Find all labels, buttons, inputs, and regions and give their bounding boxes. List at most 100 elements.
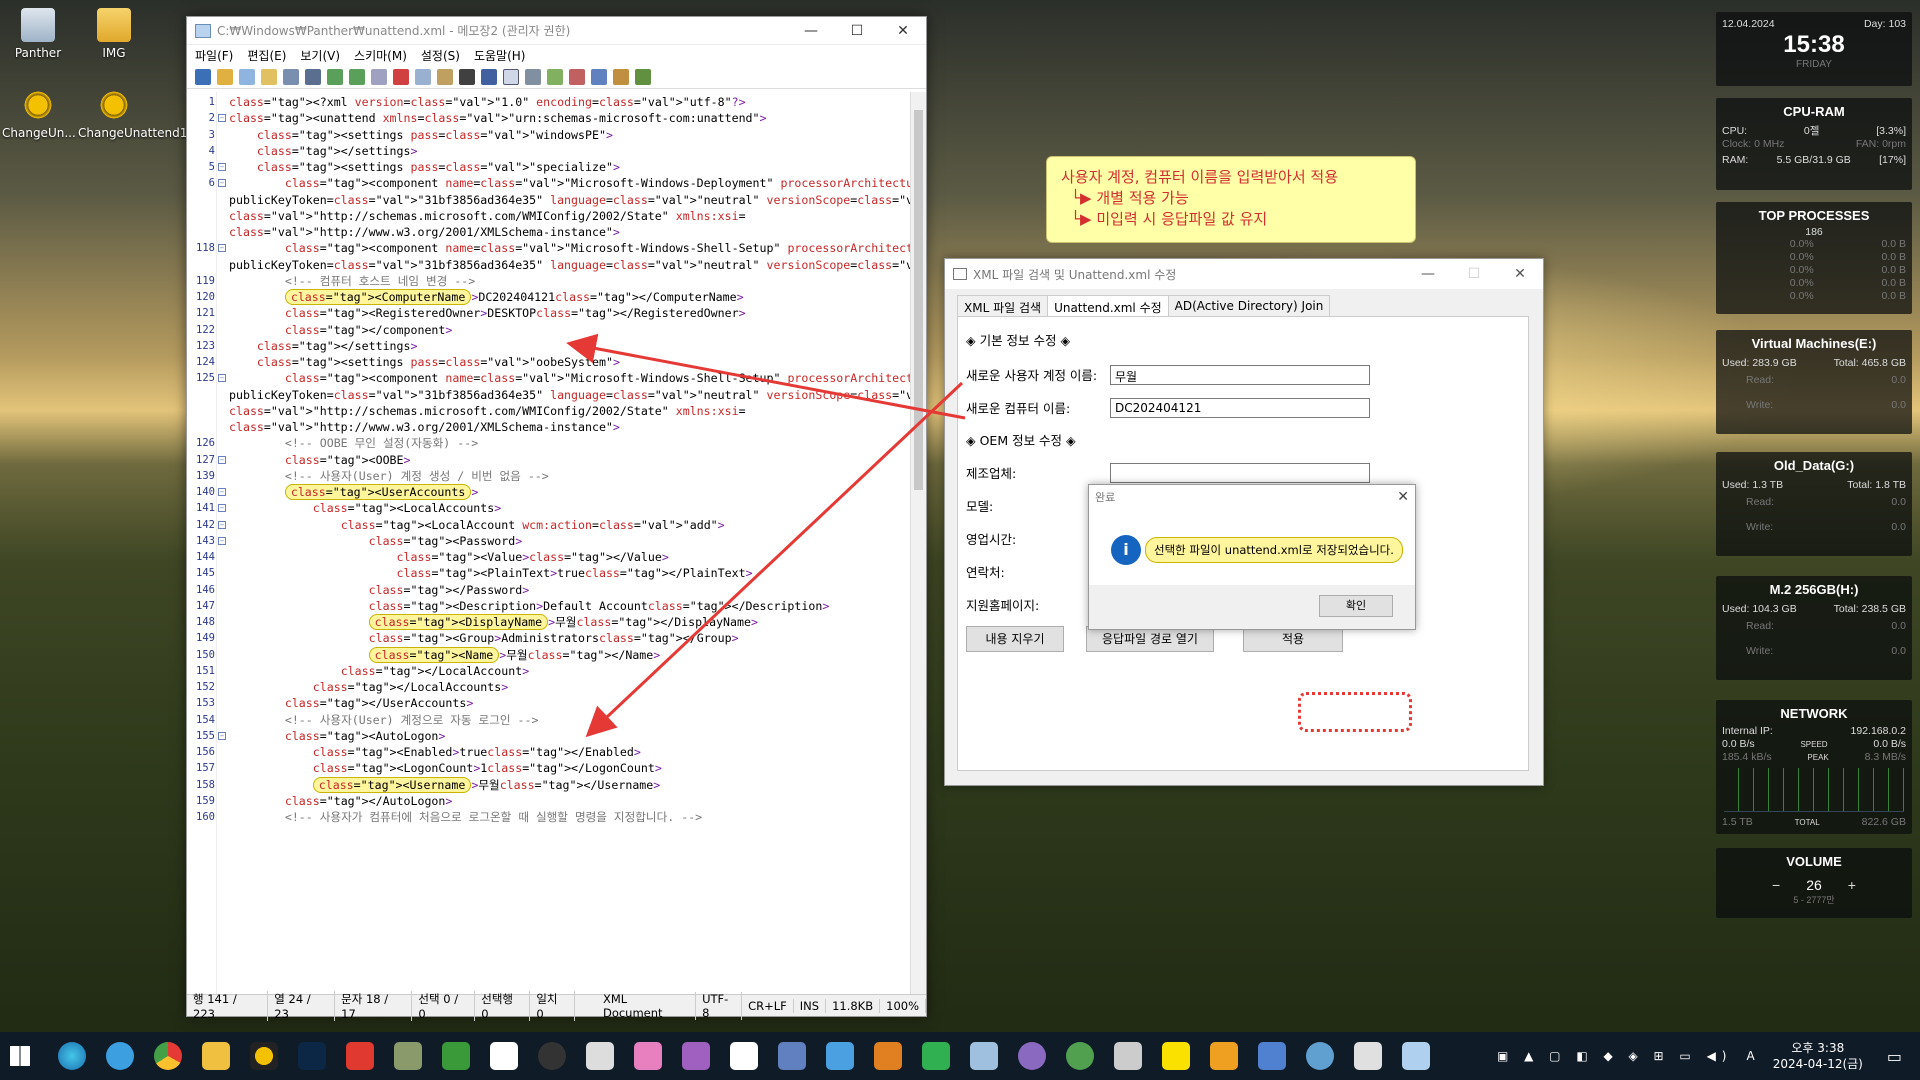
monitor-app-icon[interactable] [1114,1042,1142,1070]
scheme-icon[interactable] [591,68,607,85]
desktop-icon-img[interactable]: IMG [78,8,150,60]
notepad-taskbar-icon[interactable] [970,1042,998,1070]
status-eol[interactable]: CR+LF [742,998,794,1013]
fold-marker-icon[interactable]: − [218,731,226,740]
title-bar[interactable]: 완료 ✕ [1089,485,1415,507]
fold-marker-icon[interactable]: − [218,520,226,529]
kakaotalk-icon[interactable] [1162,1042,1190,1070]
taskbar-clock[interactable]: 오후 3:38 2024-04-12(금) [1773,1040,1863,1072]
delete-icon[interactable] [393,68,409,85]
title-bar[interactable]: C:₩Windows₩Panther₩unattend.xml - 메모장2 (… [187,17,926,45]
ok-button[interactable]: 확인 [1319,595,1393,617]
document-icon[interactable] [239,68,255,85]
menu-file[interactable]: 파일(F) [195,47,233,64]
fold-marker-icon[interactable]: − [218,504,226,513]
info-app-icon[interactable] [682,1042,710,1070]
computer-name-input[interactable]: DC202404121 [1110,398,1370,418]
fold-marker-icon[interactable]: − [218,114,226,123]
manufacturer-input[interactable] [1110,463,1370,483]
green-app-icon[interactable] [442,1042,470,1070]
exit-icon[interactable] [635,68,651,85]
window-app-icon[interactable] [1210,1042,1238,1070]
desktop-icon-changeunattend[interactable]: ChangeUn... [2,88,76,140]
volume-down-icon[interactable]: − [1772,877,1780,893]
fold-marker-icon[interactable]: − [218,374,226,383]
word-wrap-icon[interactable] [503,68,519,85]
green-arrow-icon[interactable] [922,1042,950,1070]
file-explorer-icon[interactable] [202,1042,230,1070]
disc-app-icon[interactable] [1018,1042,1046,1070]
open-folder-icon[interactable] [217,68,233,85]
open-icon[interactable] [261,68,277,85]
find-icon[interactable] [459,68,475,85]
menu-settings[interactable]: 설정(S) [421,47,460,64]
c-app-icon[interactable] [490,1042,518,1070]
clear-button[interactable]: 내용 지우기 [966,626,1064,652]
copy-icon[interactable] [415,68,431,85]
tray-icons[interactable]: ▣ ▲ ▢ ◧ ◆ ◈ ⊞ ▭ ◀) [1497,1049,1733,1063]
triangle-app-icon[interactable] [1306,1042,1334,1070]
ime-indicator[interactable]: A [1747,1049,1755,1063]
cut-icon[interactable] [371,68,387,85]
bird-app-icon[interactable] [826,1042,854,1070]
menu-help[interactable]: 도움말(H) [474,47,526,64]
status-encoding[interactable]: UTF-8 [696,991,743,1020]
gear-app-icon[interactable] [778,1042,806,1070]
undo-icon[interactable] [327,68,343,85]
status-scheme[interactable]: XML Document [597,991,697,1020]
photoshop-icon[interactable] [298,1042,326,1070]
desktop-icon-panther[interactable]: Panther [2,8,74,60]
redo-icon[interactable] [349,68,365,85]
fold-marker-icon[interactable]: − [218,179,226,188]
fold-marker-icon[interactable]: − [218,536,226,545]
ie-icon[interactable] [106,1042,134,1070]
scrollbar-thumb[interactable] [914,110,923,490]
browser-app-icon[interactable] [1258,1042,1286,1070]
list-icon[interactable] [525,68,541,85]
fold-marker-icon[interactable]: − [218,455,226,464]
fold-marker-icon[interactable]: − [218,488,226,496]
dialog-taskbar-icon[interactable] [1354,1042,1382,1070]
menu-edit[interactable]: 편집(E) [247,47,286,64]
maximize-icon[interactable]: ☐ [1451,266,1497,282]
maximize-icon[interactable]: ☐ [834,23,880,39]
acrobat-icon[interactable] [346,1042,374,1070]
desktop-icon-label: ChangeUn... [2,126,76,140]
save-icon[interactable] [283,68,299,85]
close-icon[interactable]: ✕ [1397,489,1409,505]
fold-marker-icon[interactable]: − [218,244,226,253]
font-icon[interactable] [613,68,629,85]
windows-start-icon[interactable] [10,1046,30,1066]
volume-up-icon[interactable]: + [1848,877,1856,893]
chrome-icon[interactable] [154,1042,182,1070]
minimize-icon[interactable]: — [788,23,834,39]
desktop-icon-changeunattend1[interactable]: ChangeUnattend1 [78,88,187,140]
changeunattend-icon[interactable] [250,1042,278,1070]
save-as-icon[interactable] [305,68,321,85]
green-circle-icon[interactable] [1066,1042,1094,1070]
edge-icon[interactable] [58,1042,86,1070]
user-name-input[interactable]: 무월 [1110,365,1370,385]
orange-app-icon[interactable] [874,1042,902,1070]
close-icon[interactable]: ✕ [1497,266,1543,282]
fold-marker-icon[interactable]: − [218,163,226,171]
notification-icon[interactable]: ▭ [1887,1047,1902,1066]
title-bar[interactable]: XML 파일 검색 및 Unattend.xml 수정 — ☐ ✕ [945,259,1543,289]
box-app-icon[interactable] [586,1042,614,1070]
paste-icon[interactable] [437,68,453,85]
close-icon[interactable]: ✕ [880,23,926,39]
zoom-in-icon[interactable] [547,68,563,85]
notepad2-taskbar-icon[interactable] [1402,1042,1430,1070]
d-app-icon[interactable] [730,1042,758,1070]
menu-view[interactable]: 보기(V) [300,47,340,64]
vertical-scrollbar[interactable] [910,92,926,994]
obs-icon[interactable] [538,1042,566,1070]
pink-app-icon[interactable] [634,1042,662,1070]
zoom-out-icon[interactable] [569,68,585,85]
replace-icon[interactable] [481,68,497,85]
tool-icon[interactable] [394,1042,422,1070]
new-file-icon[interactable] [195,68,211,85]
editor-area[interactable]: 1 class="tag"><?xml version=class="val">"… [187,92,926,994]
minimize-icon[interactable]: — [1405,266,1451,282]
menu-schema[interactable]: 스키마(M) [354,47,407,64]
